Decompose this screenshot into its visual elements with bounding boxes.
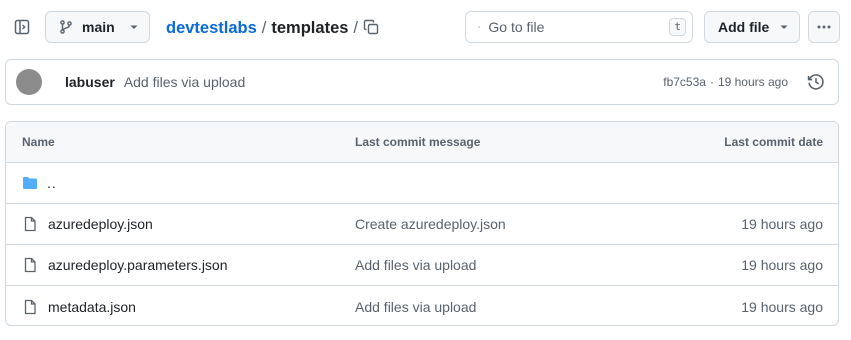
history-button[interactable] [804, 70, 828, 94]
file-commit-message[interactable]: Create azuredeploy.json [355, 216, 506, 232]
sidebar-expand-icon [14, 19, 30, 35]
breadcrumb-separator: / [261, 18, 267, 37]
file-icon [24, 216, 36, 232]
breadcrumb-repo-link[interactable]: devtestlabs [166, 19, 257, 38]
breadcrumb: devtestlabs / templates / [166, 16, 363, 40]
commit-meta: fb7c53a · 19 hours ago [663, 70, 828, 94]
repo-toolbar: main devtestlabs / templates / t Add fil… [0, 0, 851, 56]
chevron-down-icon [130, 25, 138, 29]
parent-directory-cell: .. [6, 175, 355, 191]
file-name-link[interactable]: azuredeploy.parameters.json [48, 257, 228, 273]
file-name-cell: azuredeploy.json [6, 216, 355, 232]
latest-commit-bar: labuser Add files via upload fb7c53a · 1… [5, 59, 839, 105]
go-to-file-field[interactable]: t [465, 11, 693, 43]
meta-separator: · [709, 75, 714, 89]
history-icon [807, 74, 824, 90]
file-icon [24, 257, 36, 273]
commit-author[interactable]: labuser [65, 74, 115, 90]
add-file-button[interactable]: Add file [704, 11, 800, 43]
commit-time: 19 hours ago [717, 75, 788, 89]
file-name-link[interactable]: metadata.json [48, 299, 136, 315]
parent-directory-row[interactable]: .. [6, 163, 838, 204]
table-header: Name Last commit message Last commit dat… [6, 122, 838, 163]
branch-selector-button[interactable]: main [45, 11, 150, 43]
folder-icon [23, 177, 37, 189]
keyboard-shortcut-hint: t [669, 18, 686, 36]
file-table: Name Last commit message Last commit dat… [5, 121, 839, 326]
commit-sha[interactable]: fb7c53a [663, 75, 706, 89]
branch-name: main [82, 19, 115, 35]
breadcrumb-current-dir: templates [271, 18, 349, 37]
parent-directory-link[interactable]: .. [47, 175, 57, 191]
kebab-horizontal-icon [817, 25, 831, 29]
table-row[interactable]: azuredeploy.parameters.json Add files vi… [6, 245, 838, 286]
sidebar-toggle-button[interactable] [8, 12, 36, 42]
add-file-label: Add file [718, 19, 770, 35]
file-name-cell: azuredeploy.parameters.json [6, 257, 355, 273]
file-commit-message[interactable]: Add files via upload [355, 299, 476, 315]
go-to-file-input[interactable] [488, 19, 670, 35]
header-last-commit-message: Last commit message [355, 135, 481, 149]
file-icon [24, 299, 36, 314]
search-icon [478, 25, 481, 29]
file-commit-date: 19 hours ago [741, 298, 823, 315]
table-row[interactable]: metadata.json Add files via upload 19 ho… [6, 286, 838, 325]
more-options-button[interactable] [808, 11, 840, 43]
chevron-down-icon [780, 25, 788, 29]
table-row[interactable]: azuredeploy.json Create azuredeploy.json… [6, 204, 838, 245]
header-last-commit-date: Last commit date [724, 135, 823, 149]
git-branch-icon [60, 20, 72, 34]
file-commit-message[interactable]: Add files via upload [355, 257, 476, 273]
file-commit-date: 19 hours ago [741, 257, 823, 273]
file-commit-date: 19 hours ago [741, 216, 823, 232]
commit-message[interactable]: Add files via upload [124, 74, 245, 90]
avatar[interactable] [16, 69, 42, 95]
header-name: Name [22, 135, 55, 149]
file-name-link[interactable]: azuredeploy.json [48, 216, 153, 232]
copy-path-button[interactable] [357, 13, 385, 41]
file-name-cell: metadata.json [6, 299, 355, 315]
copy-icon [363, 19, 379, 35]
